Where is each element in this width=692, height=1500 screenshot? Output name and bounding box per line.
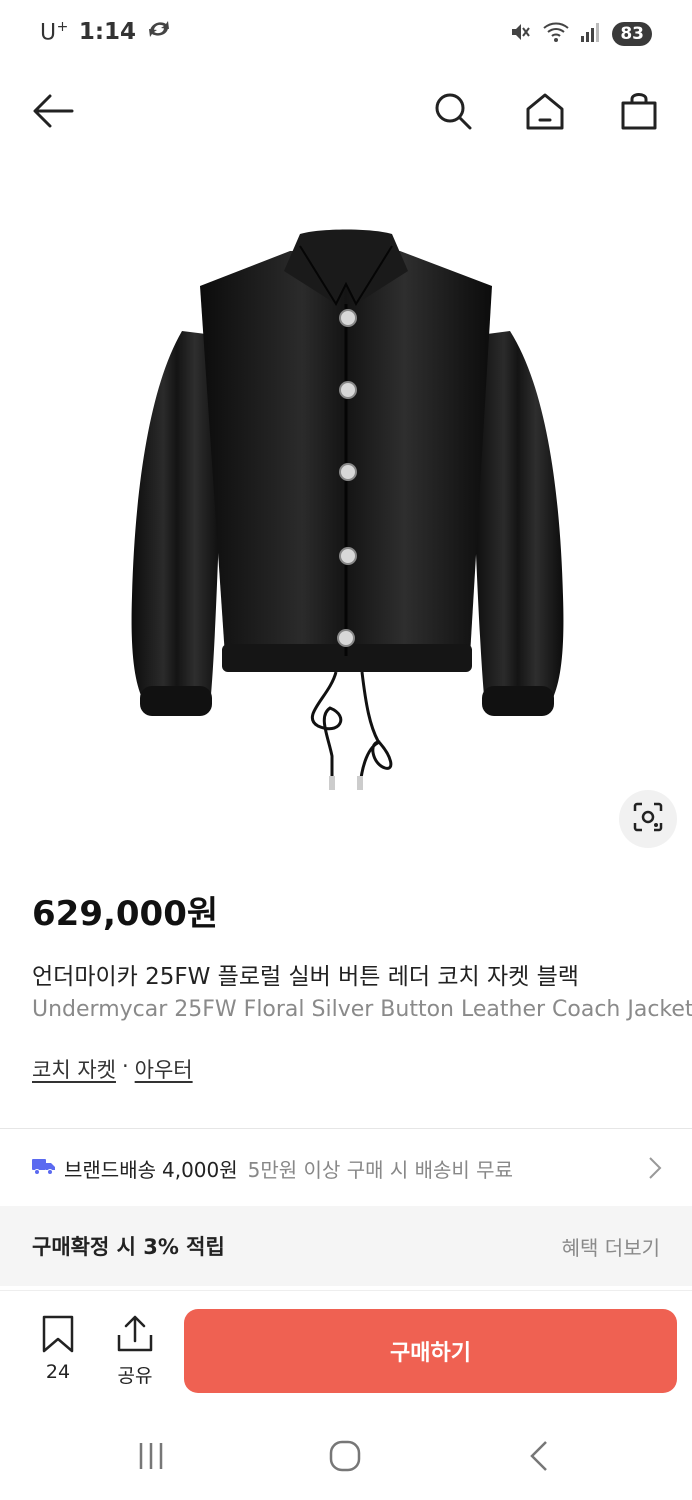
free-shipping-condition: 5만원 이상 구매 시 배송비 무료	[247, 1157, 513, 1182]
reward-points-label: 구매확정 시 3% 적립	[32, 1235, 225, 1259]
product-title-ko: 언더마이카 25FW 플로럴 실버 버튼 레더 코치 자켓 블랙	[32, 964, 579, 990]
category-breadcrumb: 코치 자켓 · 아우터	[32, 1054, 193, 1084]
home-icon	[525, 91, 565, 135]
status-left: U+ 1:14	[40, 18, 172, 46]
home-circle-icon	[329, 1440, 361, 1476]
wifi-icon	[542, 20, 570, 48]
category-link-outer[interactable]: 아우터	[135, 1054, 193, 1084]
mute-icon	[508, 20, 532, 48]
signal-icon	[580, 21, 602, 47]
bookmark-button[interactable]: 24	[30, 1315, 86, 1383]
buy-button[interactable]: 구매하기	[184, 1309, 677, 1393]
category-link-coach-jacket[interactable]: 코치 자켓	[32, 1054, 116, 1084]
bookmark-icon	[41, 1315, 75, 1357]
clock: 1:14	[78, 19, 137, 45]
top-nav	[0, 70, 692, 156]
home-button[interactable]	[520, 88, 570, 138]
product-image[interactable]	[0, 156, 692, 856]
cart-button[interactable]	[614, 88, 664, 138]
bottom-action-bar: 24 공유 구매하기	[0, 1290, 692, 1410]
shipping-brand-label: 브랜드배송	[64, 1157, 156, 1182]
recent-apps-icon	[136, 1441, 166, 1475]
image-search-button[interactable]	[619, 790, 677, 848]
benefit-bar: 구매확정 시 3% 적립 혜택 더보기	[0, 1206, 692, 1286]
back-button[interactable]	[28, 88, 78, 138]
status-right: 83	[508, 20, 652, 48]
chevron-left-icon	[529, 1440, 549, 1476]
carrier: U+	[40, 18, 69, 46]
sync-icon	[146, 18, 172, 46]
bookmark-count: 24	[45, 1361, 71, 1383]
battery-indicator: 83	[612, 22, 652, 46]
status-bar: U+ 1:14 83	[0, 0, 692, 70]
lens-scan-icon	[633, 802, 663, 836]
truck-icon	[32, 1156, 56, 1180]
system-nav-bar	[0, 1410, 692, 1500]
leather-jacket-image	[131, 229, 564, 790]
product-price: 629,000원	[32, 894, 219, 934]
share-label: 공유	[117, 1365, 153, 1387]
shipping-fee: 4,000원	[162, 1157, 238, 1182]
divider	[0, 1128, 692, 1129]
more-benefits-link[interactable]: 혜택 더보기	[562, 1232, 660, 1261]
arrow-left-icon	[32, 93, 74, 133]
chevron-right-icon	[648, 1156, 662, 1185]
shopping-bag-icon	[619, 91, 659, 135]
home-nav-button[interactable]	[320, 1438, 370, 1478]
shipping-info-row[interactable]: 브랜드배송 4,000원 5만원 이상 구매 시 배송비 무료	[0, 1130, 692, 1206]
share-button[interactable]: 공유	[107, 1315, 163, 1388]
product-title-en: Undermycar 25FW Floral Silver Button Lea…	[32, 997, 692, 1022]
recent-apps-button[interactable]	[126, 1438, 176, 1478]
back-nav-button[interactable]	[514, 1438, 564, 1478]
category-separator: ·	[121, 1054, 129, 1078]
search-button[interactable]	[428, 88, 478, 138]
share-icon	[116, 1315, 154, 1357]
search-icon	[433, 91, 473, 135]
